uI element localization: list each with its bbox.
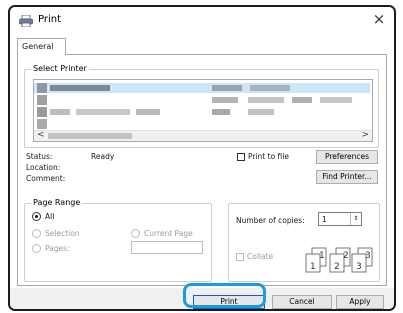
cancel-button[interactable]: Cancel bbox=[272, 295, 332, 309]
scroll-left-icon[interactable]: < bbox=[37, 130, 45, 140]
spinner-arrows-icon[interactable]: ⇕ bbox=[350, 213, 361, 225]
select-printer-legend: Select Printer bbox=[31, 64, 89, 73]
printer-name-blurred bbox=[50, 85, 110, 91]
print-dialog: Print × General Select Printer < > Statu… bbox=[8, 5, 396, 311]
printer-name-blurred bbox=[212, 85, 242, 91]
preferences-button[interactable]: Preferences bbox=[316, 150, 378, 164]
collate-page-number: 2 bbox=[334, 262, 340, 272]
printer-name-blurred bbox=[136, 109, 160, 115]
find-printer-button[interactable]: Find Printer... bbox=[316, 170, 378, 184]
printer-name-blurred bbox=[248, 109, 274, 115]
copies-value: 1 bbox=[322, 215, 327, 224]
collate-page-number: 3 bbox=[365, 251, 371, 261]
radio-current-page[interactable] bbox=[131, 229, 140, 238]
printer-name-blurred bbox=[320, 97, 352, 103]
location-label: Location: bbox=[26, 163, 61, 172]
horizontal-scrollbar[interactable]: < > bbox=[34, 130, 372, 141]
select-printer-group: Select Printer < > bbox=[24, 64, 379, 148]
printer-name-blurred bbox=[250, 85, 290, 91]
print-to-file-checkbox[interactable] bbox=[237, 153, 245, 161]
printer-item[interactable] bbox=[34, 119, 370, 129]
apply-button[interactable]: Apply bbox=[336, 295, 384, 309]
copies-label: Number of copies: bbox=[236, 216, 305, 225]
print-button-highlight bbox=[183, 283, 266, 308]
tab-general[interactable]: General bbox=[17, 38, 66, 55]
collate-page-number: 1 bbox=[310, 262, 316, 272]
dialog-title: Print bbox=[38, 14, 62, 25]
general-panel: Select Printer < > Status: Ready Locatio… bbox=[17, 54, 387, 286]
collate-pages-icon: 1 1 2 2 3 3 bbox=[305, 247, 373, 273]
collate-page-number: 1 bbox=[319, 251, 325, 261]
printer-icon bbox=[19, 15, 33, 27]
printer-name-blurred bbox=[292, 97, 312, 103]
collate-page-number: 2 bbox=[343, 251, 349, 261]
pages-label: Pages: bbox=[45, 244, 70, 253]
radio-selection[interactable] bbox=[32, 229, 41, 238]
printer-icon-blurred bbox=[37, 83, 47, 93]
scrollbar-thumb[interactable] bbox=[48, 133, 132, 139]
print-to-file-label: Print to file bbox=[248, 152, 289, 161]
copies-spinner[interactable]: 1 ⇕ bbox=[318, 212, 362, 226]
printer-name-blurred bbox=[212, 97, 238, 103]
close-icon[interactable]: × bbox=[368, 9, 390, 29]
title-bar: Print × bbox=[10, 7, 394, 35]
printer-name-blurred bbox=[76, 109, 130, 115]
selection-label: Selection bbox=[45, 229, 80, 238]
scroll-right-icon[interactable]: > bbox=[361, 130, 369, 140]
collate-page-number: 3 bbox=[356, 262, 362, 272]
collate-checkbox[interactable] bbox=[236, 253, 244, 261]
status-value: Ready bbox=[91, 152, 115, 161]
radio-all[interactable] bbox=[32, 212, 41, 221]
printer-name-blurred bbox=[50, 109, 70, 115]
current-page-label: Current Page bbox=[144, 229, 193, 238]
radio-pages[interactable] bbox=[32, 244, 41, 253]
printer-name-blurred bbox=[248, 97, 284, 103]
page-range-legend: Page Range bbox=[31, 198, 83, 207]
printer-icon-blurred bbox=[37, 95, 47, 105]
printer-name-blurred bbox=[212, 109, 230, 115]
comment-label: Comment: bbox=[26, 174, 66, 183]
printer-list[interactable]: < > bbox=[33, 79, 373, 142]
status-label: Status: bbox=[26, 152, 53, 161]
pages-input[interactable] bbox=[131, 241, 203, 254]
radio-selected-dot bbox=[35, 215, 38, 218]
printer-icon-blurred bbox=[37, 107, 47, 117]
printer-icon-blurred bbox=[37, 119, 47, 129]
all-label: All bbox=[45, 212, 55, 221]
collate-label: Collate bbox=[247, 252, 274, 261]
